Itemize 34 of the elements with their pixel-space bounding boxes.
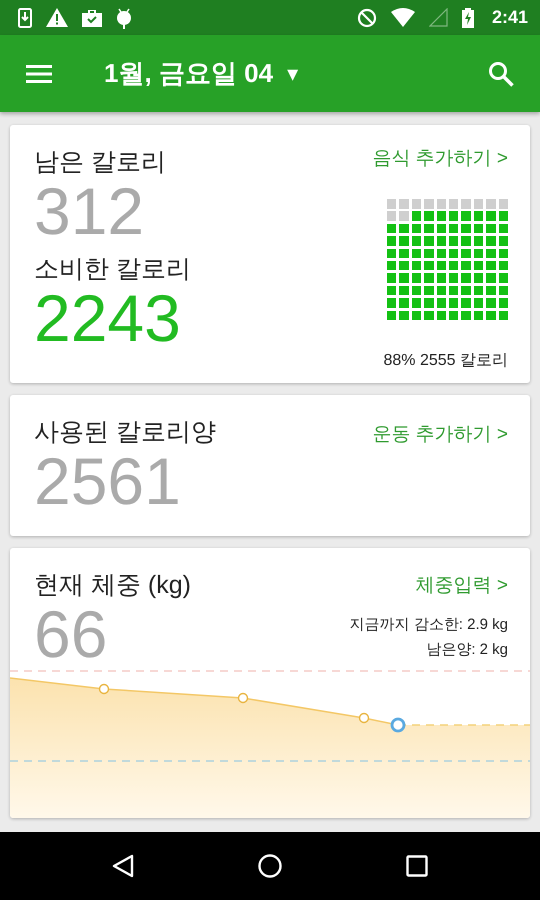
current-weight: 66	[34, 601, 108, 667]
calorie-summary: 88% 2555 칼로리	[383, 351, 508, 372]
weight-remaining: 남은양: 2 kg	[426, 640, 508, 659]
battery-icon	[462, 8, 474, 28]
wifi-icon	[390, 8, 415, 27]
warning-icon	[46, 8, 68, 27]
data-point	[98, 684, 110, 694]
weight-lost: 지금까지 감소한: 2.9 kg	[350, 615, 508, 634]
briefcase-icon	[82, 8, 102, 26]
download-icon	[18, 8, 32, 28]
search-icon[interactable]	[488, 60, 514, 86]
menu-icon[interactable]	[26, 64, 52, 82]
android-icon	[116, 6, 132, 28]
recents-icon[interactable]	[406, 855, 428, 877]
data-point	[358, 712, 370, 724]
consumed-label: 소비한 칼로리	[34, 254, 191, 285]
signal-icon	[428, 8, 448, 27]
current-point	[390, 718, 406, 732]
back-icon[interactable]	[112, 854, 134, 878]
dropdown-button[interactable]: ▾	[287, 60, 298, 86]
enter-weight-link[interactable]: 체중입력 >	[416, 572, 508, 598]
consumed-calories: 2243	[34, 285, 182, 351]
data-point	[238, 692, 248, 704]
home-icon[interactable]	[258, 854, 282, 878]
date-title[interactable]: 1월, 금요일 04	[104, 56, 274, 91]
clock: 2:41	[492, 7, 528, 28]
remaining-label: 남은 칼로리	[34, 147, 167, 178]
add-exercise-link[interactable]: 운동 추가하기 >	[372, 421, 508, 447]
weight-label: 현재 체중 (kg)	[34, 570, 191, 601]
burned-label: 사용된 칼로리양	[34, 417, 216, 448]
do-not-disturb-icon	[356, 8, 377, 28]
remaining-calories: 312	[34, 178, 146, 244]
add-food-link[interactable]: 음식 추가하기 >	[372, 145, 508, 171]
burned-calories: 2561	[34, 448, 182, 514]
